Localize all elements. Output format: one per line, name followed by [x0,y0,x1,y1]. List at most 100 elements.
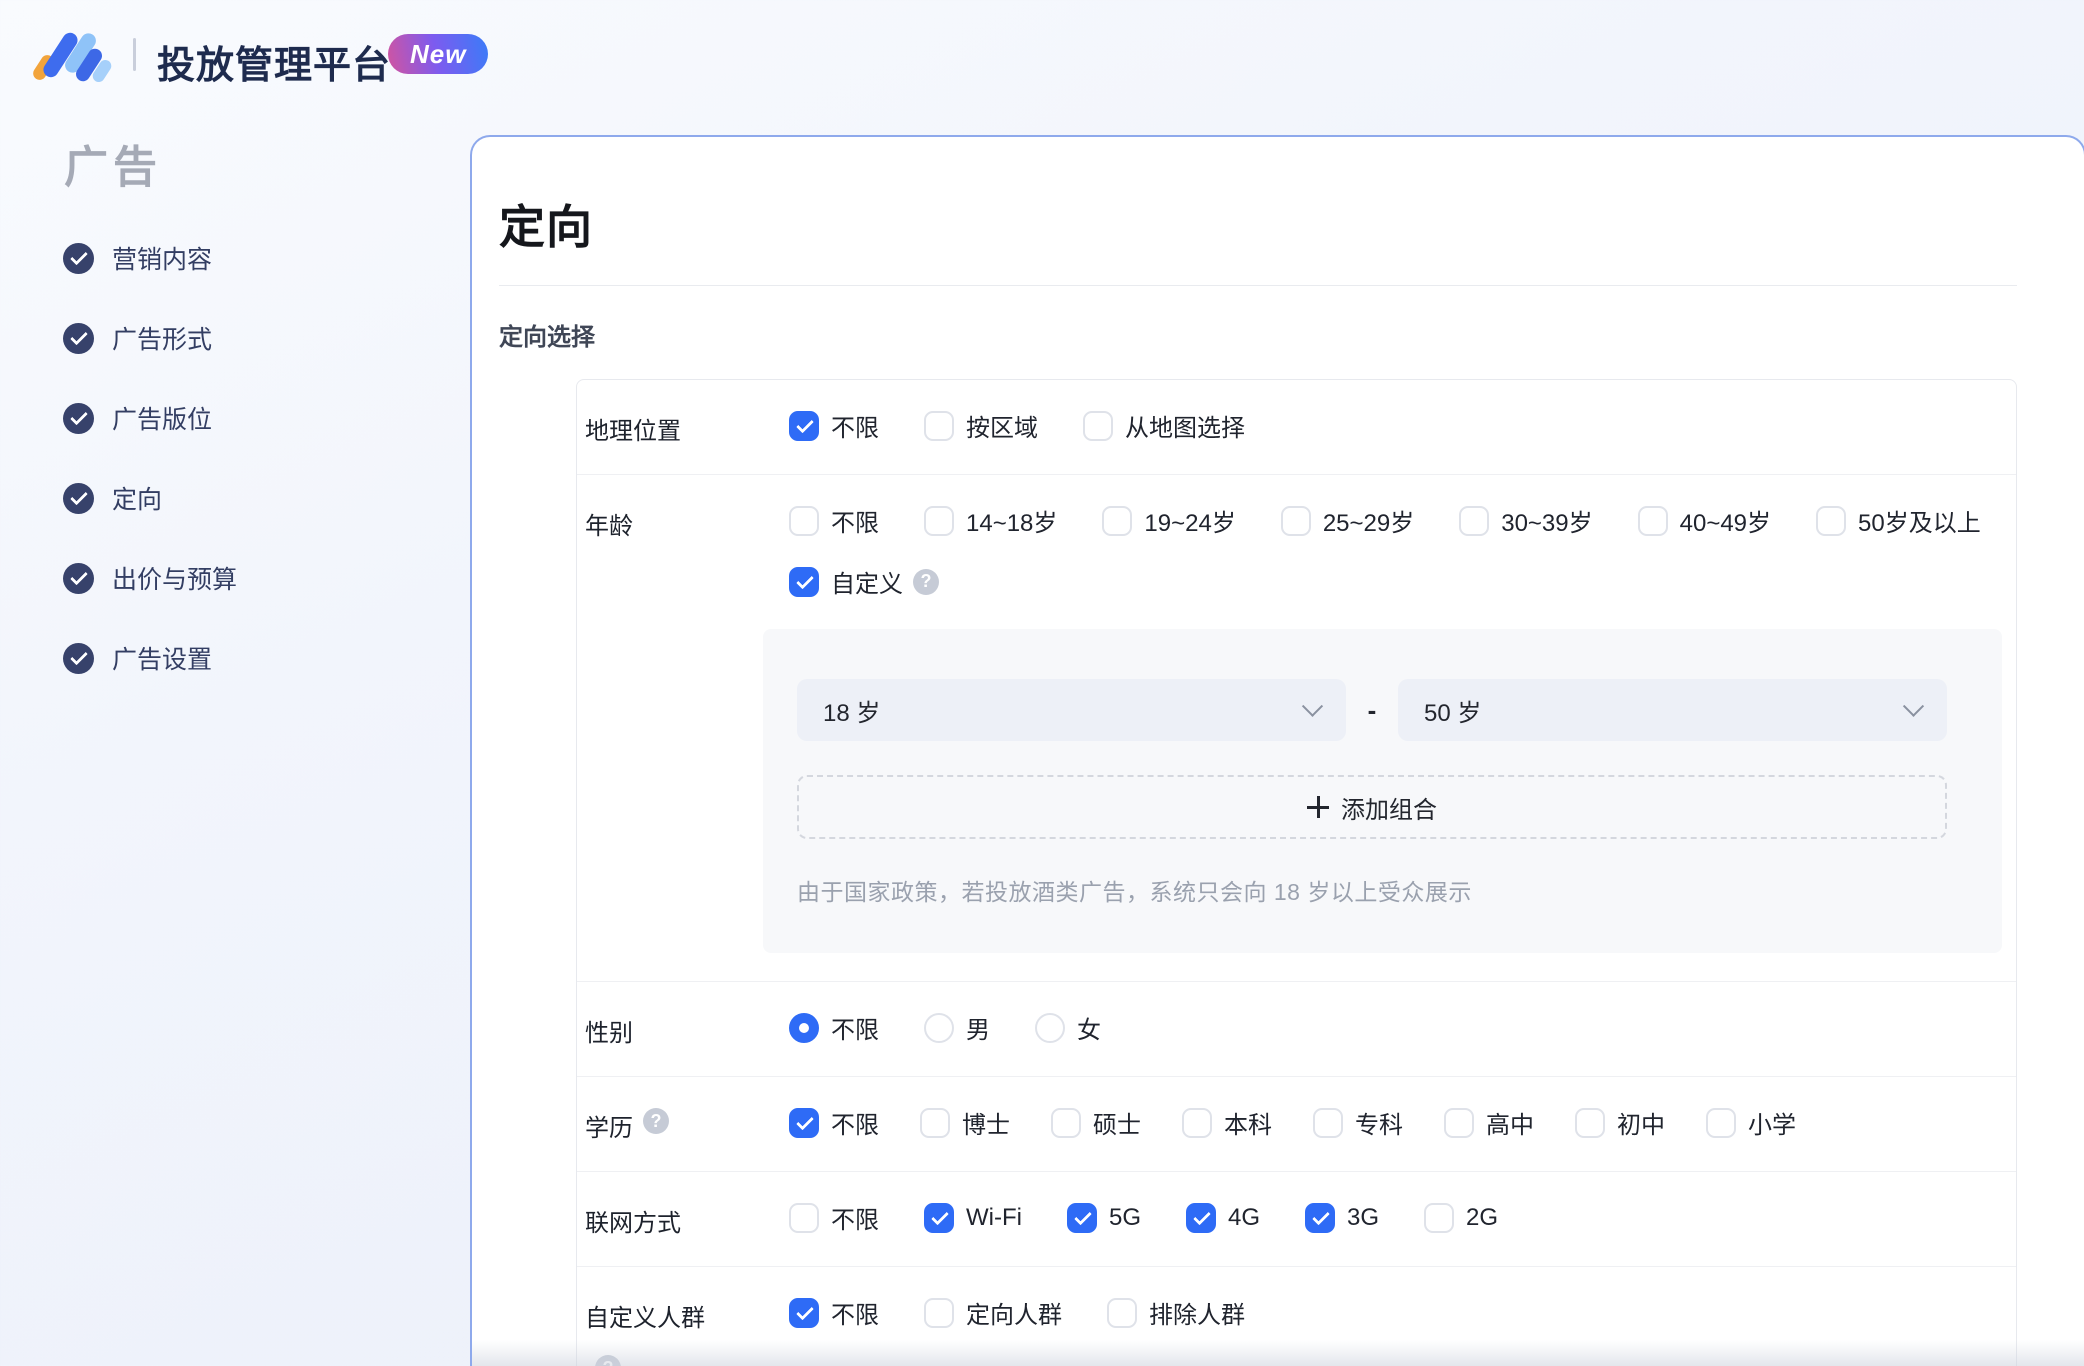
step-check-icon [63,322,94,354]
checkbox-icon [789,1202,819,1233]
network-checkbox-option[interactable]: 2G [1424,1202,1498,1233]
option-label: 30~39岁 [1501,510,1593,537]
education-checkbox-option[interactable]: 高中 [1444,1105,1534,1140]
age-to-select[interactable]: 50 岁 [1398,679,1947,741]
location-checkbox-option[interactable]: 按区域 [924,408,1038,443]
network-checkbox-option[interactable]: 3G [1305,1202,1380,1233]
sidebar-step-item[interactable]: 广告设置 [63,642,237,674]
row-gender-label: 性别 [585,1020,633,1047]
age-checkbox-option[interactable]: 40~49岁 [1637,503,1772,538]
age-checkbox-option[interactable]: 30~39岁 [1459,503,1593,538]
main-panel: 定向 定向选择 地理位置 不限 按区域 从地图选择 年龄 不限 14~18岁 1… [470,135,2084,1366]
age-checkbox-option[interactable]: 50岁及以上 [1816,503,1981,538]
app-logo-icon [30,28,114,85]
education-checkbox-option[interactable]: 硕士 [1051,1105,1141,1140]
education-checkbox-option[interactable]: 初中 [1575,1105,1665,1140]
option-label: 5G [1108,1203,1141,1231]
row-location: 地理位置 不限 按区域 从地图选择 [577,380,2016,475]
age-custom-checkbox[interactable]: 自定义 [789,564,903,599]
add-combination-label: 添加组合 [1341,796,1437,824]
sidebar-step-item[interactable]: 定向 [63,482,237,514]
sidebar-step-label: 营销内容 [112,246,213,274]
age-checkbox-option[interactable]: 不限 [789,503,879,538]
checkbox-icon [920,1107,950,1138]
education-checkbox-option[interactable]: 本科 [1182,1105,1272,1140]
sidebar-step-item[interactable]: 广告版位 [63,402,237,434]
gender-radio-option[interactable]: 不限 [789,1010,879,1045]
option-label: 4G [1227,1203,1260,1231]
row-gender: 性别 不限 男 女 [577,982,2016,1077]
education-checkbox-option[interactable]: 专科 [1313,1105,1403,1140]
education-help-icon[interactable]: ? [643,1108,669,1134]
sidebar-step-item[interactable]: 广告形式 [63,322,237,354]
row-audience-label: 自定义人群 ? [585,1295,789,1366]
option-label: 本科 [1224,1112,1272,1139]
network-checkbox-option[interactable]: Wi-Fi [924,1202,1022,1233]
option-label: 女 [1077,1017,1101,1044]
chevron-down-icon [1902,695,1925,717]
age-checkbox-option[interactable]: 19~24岁 [1102,503,1236,538]
sidebar-step-label: 出价与预算 [112,566,238,594]
option-label: 男 [966,1017,990,1044]
option-label: 博士 [962,1112,1010,1139]
row-age: 年龄 不限 14~18岁 19~24岁 25~29岁 30~39岁 40~49岁… [577,475,2016,982]
option-label: 不限 [831,415,879,442]
checkbox-icon [1083,410,1113,441]
header-divider [133,38,136,71]
network-checkbox-option[interactable]: 4G [1185,1202,1260,1233]
row-network-label: 联网方式 [585,1210,681,1237]
option-label: 硕士 [1093,1112,1141,1139]
audience-checkbox-option[interactable]: 定向人群 [924,1295,1062,1330]
location-checkbox-option[interactable]: 从地图选择 [1083,408,1245,443]
checkbox-icon [1816,505,1847,536]
age-checkbox-option[interactable]: 25~29岁 [1280,503,1415,538]
option-label: 3G [1347,1203,1380,1231]
step-check-icon [63,402,94,434]
audience-checkbox-option[interactable]: 排除人群 [1107,1295,1245,1330]
sidebar-step-label: 广告形式 [112,326,213,354]
new-badge: New [388,34,489,74]
age-checkbox-option[interactable]: 14~18岁 [924,503,1057,538]
checkbox-icon [924,1297,954,1328]
age-to-value: 50 岁 [1424,699,1482,727]
row-audience: 自定义人群 ? 不限 定向人群 [577,1267,2016,1366]
education-checkbox-option[interactable]: 博士 [920,1105,1010,1140]
checkbox-icon [789,1297,819,1328]
option-label: 25~29岁 [1322,510,1415,537]
app-title: 投放管理平台 [157,45,392,87]
checkbox-icon [1182,1107,1212,1138]
sidebar-step-label: 广告设置 [112,646,213,674]
network-checkbox-option[interactable]: 5G [1066,1202,1141,1233]
checkbox-icon [1107,1297,1137,1328]
add-combination-button[interactable]: 添加组合 [797,775,1947,839]
option-label: Wi-Fi [966,1203,1022,1231]
age-range-panel: 18 岁 - 50 岁 添加组合 由于国家政策，若投放酒类广告，系统只会向 18… [763,629,2002,953]
checkbox-icon [924,1202,954,1233]
option-label: 40~49岁 [1679,510,1772,537]
option-label: 初中 [1617,1112,1665,1139]
age-custom-help-icon[interactable]: ? [913,568,939,595]
audience-checkbox-option[interactable]: 不限 [789,1295,879,1330]
gender-radio-option[interactable]: 男 [924,1010,990,1045]
education-checkbox-option[interactable]: 不限 [789,1105,879,1140]
checkbox-icon [924,410,954,441]
checkbox-icon [1185,1202,1216,1233]
network-checkbox-option[interactable]: 不限 [789,1200,879,1235]
sidebar-step-item[interactable]: 营销内容 [63,242,237,274]
option-label: 不限 [831,1302,879,1329]
checkbox-icon [1051,1107,1081,1138]
targeting-form: 地理位置 不限 按区域 从地图选择 年龄 不限 14~18岁 19~24岁 25… [576,379,2017,1366]
option-label: 按区域 [966,415,1038,442]
gender-radio-option[interactable]: 女 [1035,1010,1101,1045]
sidebar: 广告 营销内容 广告形式 广告版位 定向 出价与预算 广告设置 [0,117,470,1366]
audience-help-icon[interactable]: ? [595,1355,621,1366]
age-from-select[interactable]: 18 岁 [797,679,1346,741]
range-separator: - [1367,694,1377,725]
sidebar-heading: 广告 [64,143,162,192]
radio-icon [924,1012,954,1043]
sidebar-step-item[interactable]: 出价与预算 [63,562,237,594]
section-title: 定向选择 [499,324,595,351]
location-checkbox-option[interactable]: 不限 [789,408,879,443]
age-policy-note: 由于国家政策，若投放酒类广告，系统只会向 18 岁以上受众展示 [797,879,1472,905]
education-checkbox-option[interactable]: 小学 [1706,1105,1796,1140]
